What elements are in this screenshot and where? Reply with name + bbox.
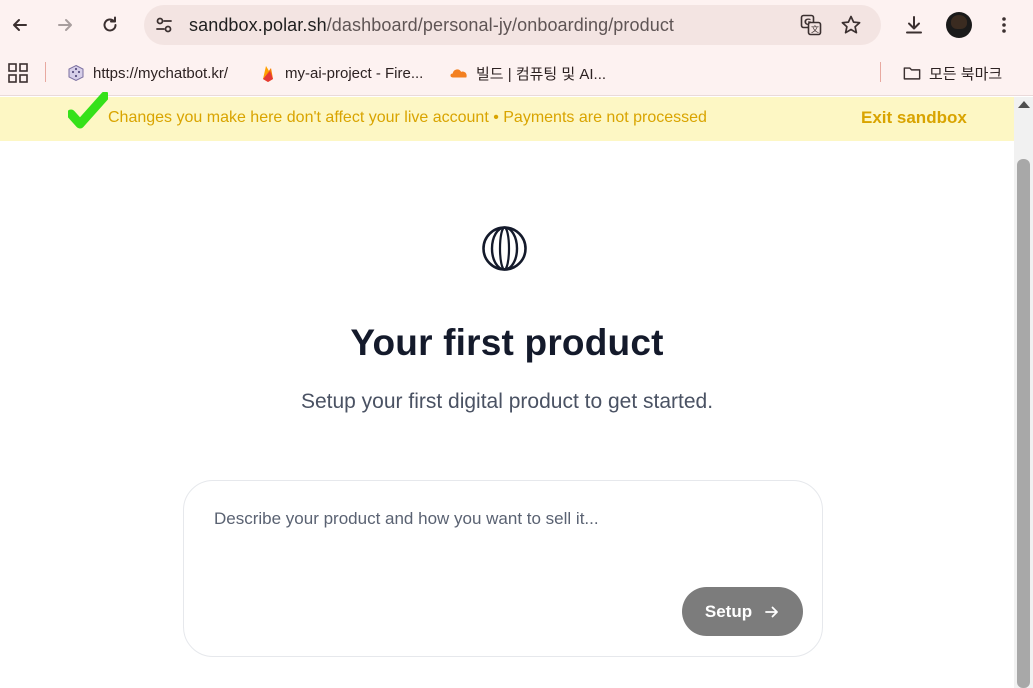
green-checkmark-icon [68, 92, 108, 129]
arrow-right-icon [58, 19, 72, 31]
address-bar[interactable]: sandbox.polar.sh/dashboard/personal-jy/o… [144, 5, 881, 45]
product-description-input[interactable] [214, 509, 774, 589]
all-bookmarks-button[interactable]: 모든 북마크 [903, 60, 1002, 86]
bookmark-star-icon[interactable] [839, 13, 863, 37]
bookmark-mychatbot[interactable]: https://mychatbot.kr/ [67, 60, 228, 86]
setup-button-label: Setup [704, 601, 753, 621]
bookmark-firebase[interactable]: my-ai-project - Fire... [259, 60, 423, 86]
polar-logo-icon [482, 226, 527, 271]
site-info-icon[interactable] [152, 13, 176, 37]
reload-button[interactable] [93, 8, 127, 42]
cloudflare-icon [450, 64, 468, 82]
browser-menu-button[interactable] [987, 8, 1021, 42]
arrow-left-icon [13, 19, 27, 31]
url-path: /dashboard/personal-jy/onboarding/produc… [326, 15, 675, 35]
scrollbar-thumb[interactable] [1017, 159, 1030, 688]
page-title: Your first product [350, 322, 664, 363]
firebase-icon [259, 64, 277, 82]
exit-sandbox-button[interactable]: Exit sandbox [861, 108, 967, 128]
bookmark-label: my-ai-project - Fire... [285, 64, 424, 82]
back-button[interactable] [3, 8, 37, 42]
sandbox-banner-message: Changes you make here don't affect your … [108, 109, 707, 126]
url-text[interactable]: sandbox.polar.sh/dashboard/personal-jy/o… [189, 15, 674, 36]
sandbox-banner: Changes you make here don't affect your … [0, 97, 1014, 141]
dice-icon [67, 64, 85, 82]
arrow-right-icon [765, 606, 779, 617]
bookmark-separator [45, 62, 46, 82]
product-prompt-card: Setup [183, 480, 823, 657]
download-button[interactable] [897, 8, 931, 42]
translate-icon[interactable]: G文 [799, 13, 823, 37]
bookmarks-bar: https://mychatbot.kr/ my-ai-project - Fi… [0, 50, 1033, 96]
svg-text:文: 文 [811, 24, 819, 34]
folder-icon [903, 64, 921, 82]
more-vertical-icon [1002, 17, 1006, 33]
apps-grid-icon[interactable] [8, 63, 28, 83]
download-icon [906, 16, 922, 34]
forward-button[interactable] [48, 8, 82, 42]
scroll-up-arrow-icon[interactable] [1018, 101, 1030, 108]
page-subtitle: Setup your first digital product to get … [300, 390, 714, 413]
setup-button[interactable]: Setup [682, 587, 803, 636]
browser-toolbar: sandbox.polar.sh/dashboard/personal-jy/o… [0, 0, 1033, 50]
reload-icon [103, 16, 117, 32]
page-scrollbar[interactable] [1014, 97, 1033, 688]
url-host: sandbox.polar.sh [189, 15, 327, 35]
all-bookmarks-label: 모든 북마크 [929, 65, 1003, 83]
profile-avatar[interactable] [946, 12, 972, 38]
bookmark-separator [880, 62, 881, 82]
bookmark-label: 빌드 | 컴퓨팅 및 AI... [476, 65, 607, 83]
bookmark-cloudflare[interactable]: 빌드 | 컴퓨팅 및 AI... [450, 60, 606, 86]
bookmark-label: https://mychatbot.kr/ [93, 64, 229, 82]
